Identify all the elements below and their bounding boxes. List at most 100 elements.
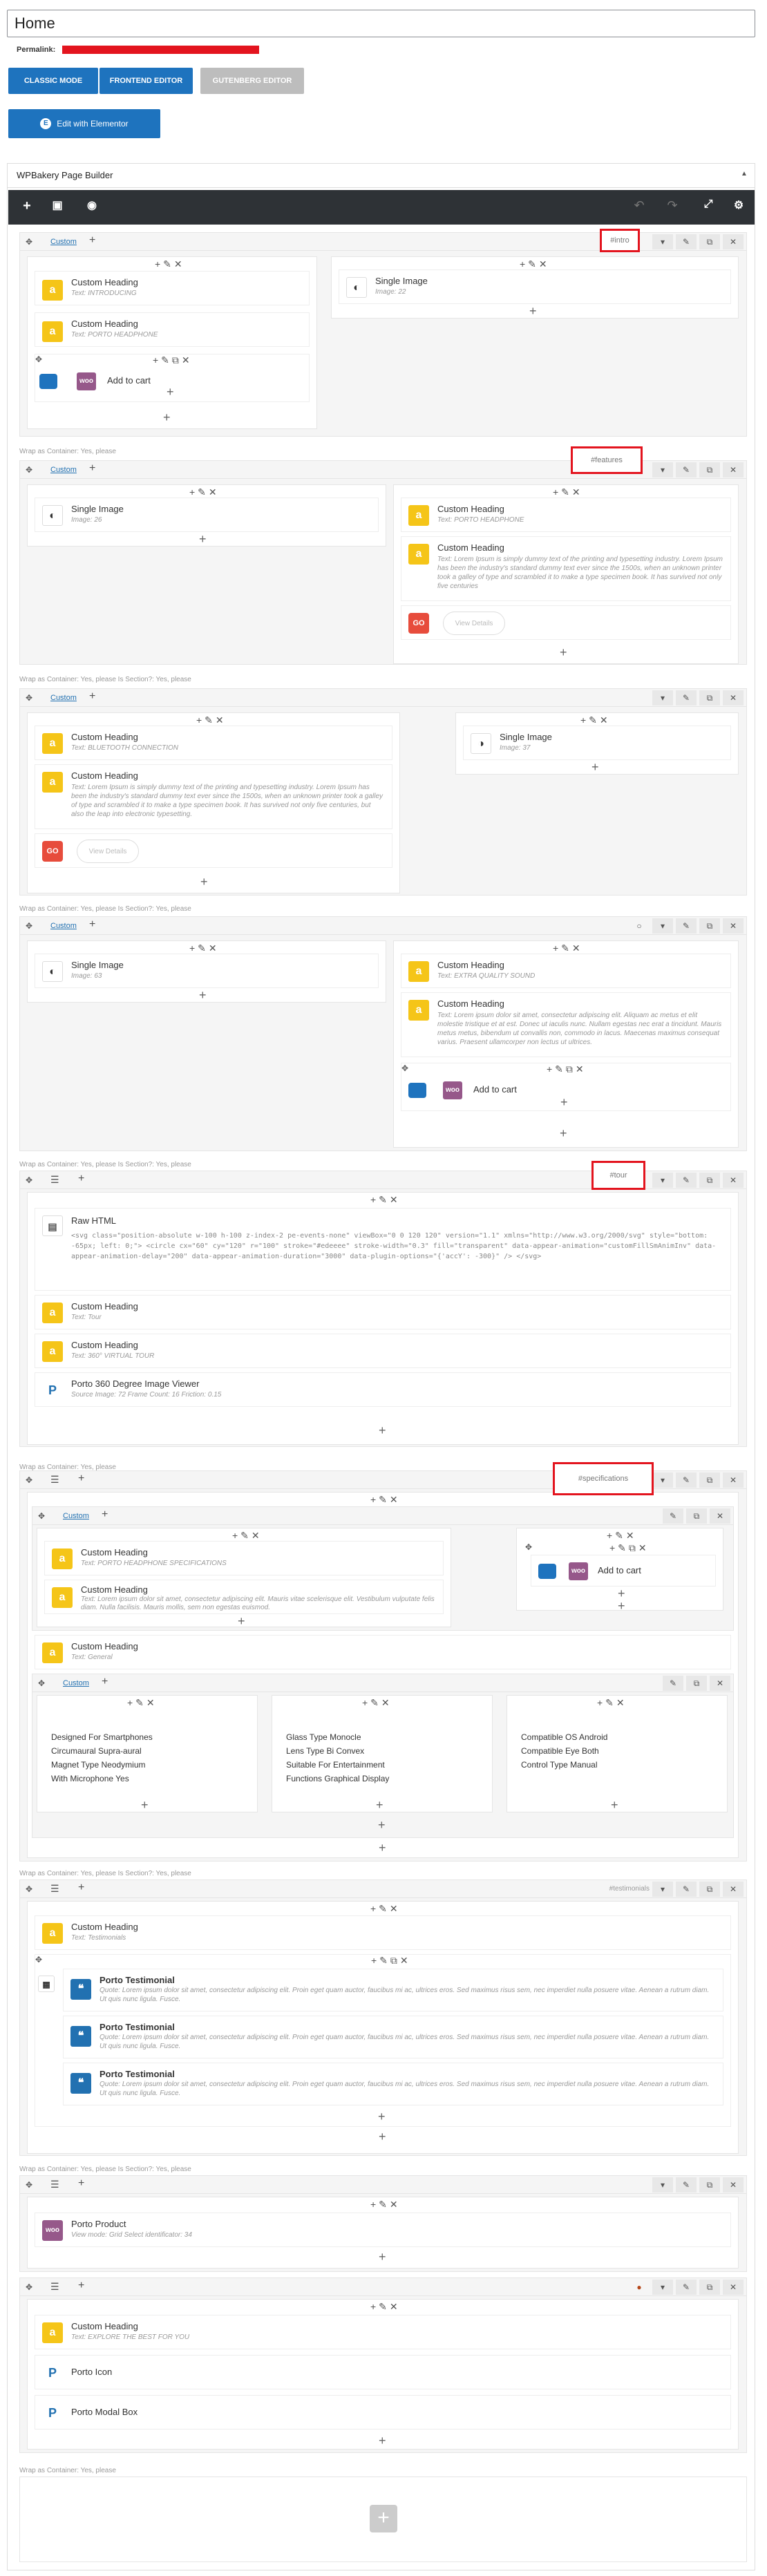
column-controls[interactable]: +✎✕ (597, 1697, 627, 1709)
column-controls[interactable]: +✎✕ (370, 1494, 401, 1506)
porto-logo-icon[interactable]: ◉ (83, 198, 101, 212)
clone-row-button[interactable]: ⧉ (699, 918, 720, 934)
custom-tab[interactable]: Custom (63, 1679, 89, 1687)
element-single-image[interactable]: ◐ Single Image Image: 63 (35, 954, 379, 988)
layout-icon[interactable]: ☰ (50, 1474, 59, 1486)
layout-icon[interactable]: ☰ (50, 1174, 59, 1186)
custom-tab[interactable]: Custom (50, 466, 77, 474)
add-element-icon[interactable]: + (163, 410, 171, 425)
move-icon[interactable]: ✥ (35, 1955, 42, 1964)
add-column-icon[interactable]: + (78, 1472, 84, 1485)
add-element-icon[interactable]: + (529, 304, 537, 319)
container-controls[interactable]: +✎⧉✕ (609, 1542, 650, 1554)
add-column-icon[interactable]: + (78, 1173, 84, 1185)
element-custom-heading[interactable]: a Custom Heading Text: BLUETOOTH CONNECT… (35, 726, 392, 760)
add-column-icon[interactable]: + (78, 2280, 84, 2292)
frontend-editor-button[interactable]: FRONTEND EDITOR (100, 68, 193, 94)
element-custom-heading[interactable]: a Custom Heading Text: Lorem ipsum dolor… (401, 992, 731, 1057)
column-controls[interactable]: +✎✕ (520, 258, 550, 270)
edit-row-button[interactable]: ✎ (676, 462, 697, 477)
element-custom-heading[interactable]: a Custom Heading Text: EXTRA QUALITY SOU… (401, 954, 731, 988)
add-column-icon[interactable]: + (89, 234, 95, 247)
custom-tab[interactable]: Custom (50, 694, 77, 702)
element-custom-heading[interactable]: a Custom Heading Text: Lorem Ipsum is si… (35, 764, 392, 829)
add-element-icon[interactable]: + (591, 760, 599, 775)
move-icon[interactable]: ✥ (26, 465, 32, 475)
add-column-icon[interactable]: + (89, 462, 95, 475)
move-icon[interactable]: ✥ (525, 1542, 532, 1552)
delete-row-button[interactable]: ✕ (723, 1173, 744, 1188)
toggle-button[interactable]: ▾ (652, 2177, 673, 2193)
delete-row-button[interactable]: ✕ (710, 1676, 730, 1691)
toggle-button[interactable]: ▾ (652, 462, 673, 477)
element-button-group[interactable]: GO View Details (35, 833, 392, 868)
add-element-icon[interactable]: + (379, 1841, 386, 1855)
column-controls[interactable]: +✎✕ (232, 1530, 263, 1542)
add-element-icon[interactable]: + (618, 1599, 625, 1613)
element-360-viewer[interactable]: P Porto 360 Degree Image Viewer Source I… (35, 1372, 731, 1407)
toggle-button[interactable]: ▾ (652, 2280, 673, 2295)
delete-row-button[interactable]: ✕ (723, 918, 744, 934)
column-controls[interactable]: +✎✕ (155, 258, 185, 270)
delete-row-button[interactable]: ✕ (723, 234, 744, 249)
add-column-icon[interactable]: + (89, 918, 95, 931)
edit-row-button[interactable]: ✎ (663, 1676, 683, 1691)
column-controls[interactable]: +✎✕ (370, 2301, 401, 2313)
edit-row-button[interactable]: ✎ (676, 234, 697, 249)
element-custom-heading[interactable]: a Custom Heading Text: 360° VIRTUAL TOUR (35, 1334, 731, 1368)
clone-row-button[interactable]: ⧉ (699, 234, 720, 249)
edit-row-button[interactable]: ✎ (676, 1173, 697, 1188)
add-column-icon[interactable]: + (78, 1882, 84, 1894)
toggle-button[interactable]: ▾ (652, 1472, 673, 1488)
edit-row-button[interactable]: ✎ (676, 2177, 697, 2193)
element-custom-heading[interactable]: a Custom Heading Text: PORTO HEADPHONE (35, 312, 310, 347)
add-element-icon[interactable]: + (200, 875, 208, 889)
custom-tab[interactable]: Custom (50, 922, 77, 930)
settings-gear-icon[interactable]: ⚙ (730, 198, 748, 212)
page-title-input[interactable]: Home (7, 10, 755, 37)
toggle-button[interactable]: ▾ (652, 918, 673, 934)
delete-row-button[interactable]: ✕ (723, 1882, 744, 1897)
collapse-icon[interactable]: ▲ (741, 170, 748, 178)
delete-row-button[interactable]: ✕ (723, 462, 744, 477)
clone-row-button[interactable]: ⧉ (699, 2280, 720, 2295)
clone-row-button[interactable]: ⧉ (699, 1173, 720, 1188)
element-custom-heading[interactable]: a Custom Heading Text: General (35, 1635, 731, 1669)
delete-row-button[interactable]: ✕ (723, 2280, 744, 2295)
elementor-button[interactable]: E Edit with Elementor (8, 109, 160, 138)
element-single-image[interactable]: ◑ Single Image Image: 37 (463, 726, 731, 760)
element-custom-heading[interactable]: a Custom Heading Text: PORTO HEADPHONE (401, 498, 731, 532)
move-icon[interactable]: ✥ (38, 1678, 45, 1688)
toggle-button[interactable]: ▾ (652, 690, 673, 705)
undo-icon[interactable]: ↶ (630, 198, 648, 213)
permalink-redacted[interactable] (62, 46, 259, 54)
element-porto-modal[interactable]: P Porto Modal Box (35, 2395, 731, 2430)
edit-row-button[interactable]: ✎ (676, 2280, 697, 2295)
clone-row-button[interactable]: ⧉ (699, 1472, 720, 1488)
add-element-icon[interactable]: + (379, 2250, 386, 2264)
element-custom-heading[interactable]: a Custom Heading Text: Tour (35, 1295, 731, 1329)
move-icon[interactable]: ✥ (38, 1511, 45, 1521)
element-custom-heading[interactable]: a Custom Heading Text: Testimonials (35, 1915, 731, 1950)
clone-row-button[interactable]: ⧉ (699, 2177, 720, 2193)
element-custom-heading[interactable]: a Custom Heading Text: EXPLORE THE BEST … (35, 2315, 731, 2349)
add-element-icon[interactable]: + (141, 1798, 149, 1812)
gutenberg-editor-button[interactable]: GUTENBERG EDITOR (200, 68, 304, 94)
column-controls[interactable]: +✎✕ (196, 714, 227, 726)
toggle-button[interactable]: ▾ (652, 1173, 673, 1188)
add-element-icon[interactable]: + (560, 1126, 567, 1141)
column-controls[interactable]: +✎✕ (370, 1194, 401, 1206)
layout-icon[interactable]: ☰ (50, 1883, 59, 1895)
element-add-to-cart[interactable]: woo Add to cart (531, 1555, 716, 1587)
element-button-group[interactable]: GO View Details (401, 605, 731, 640)
add-element-icon[interactable]: + (18, 198, 36, 214)
add-element-icon[interactable]: + (560, 645, 567, 660)
element-custom-heading[interactable]: a Custom Heading Text: INTRODUCING (35, 271, 310, 305)
move-icon[interactable]: ✥ (26, 921, 32, 931)
clone-row-button[interactable]: ⧉ (699, 690, 720, 705)
custom-tab[interactable]: Custom (63, 1512, 89, 1520)
add-element-icon[interactable]: + (379, 2434, 386, 2448)
layout-icon[interactable]: ☰ (50, 2281, 59, 2293)
delete-row-button[interactable]: ✕ (710, 1508, 730, 1524)
container-controls[interactable]: +✎⧉✕ (153, 354, 193, 366)
